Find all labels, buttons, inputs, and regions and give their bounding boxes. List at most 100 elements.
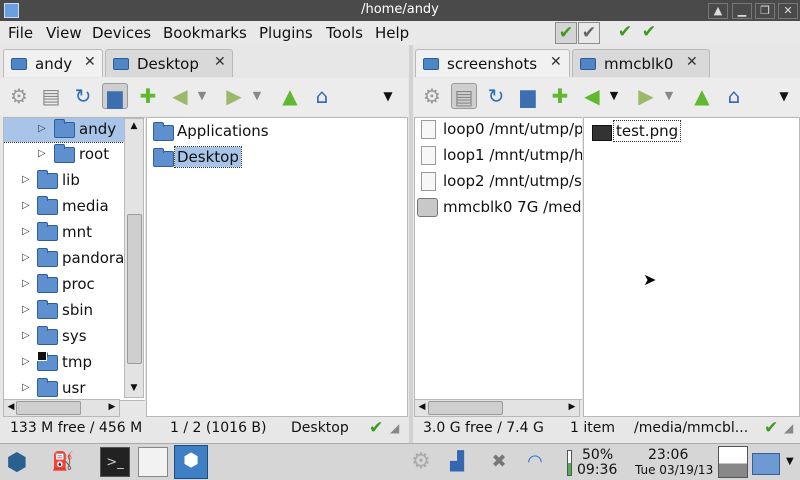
show-desktop-icon[interactable] [752,453,780,475]
tree-item-label: usr [62,379,86,397]
tree-vertical-scrollbar[interactable]: ▲ ▼ [124,118,144,398]
check-icon[interactable]: ✔ [764,418,778,438]
check-icon[interactable]: ✔ [369,418,383,438]
shade-icon[interactable]: ▲ [708,3,728,19]
scroll-right-icon[interactable]: ▶ [105,402,119,412]
start-menu-icon[interactable]: ⬢ [2,447,32,477]
toolbar-menu-icon[interactable]: ▼ [378,83,398,109]
tab-andy[interactable]: andy ✕ [3,49,103,77]
signal-bars-icon[interactable]: ▟ [442,447,472,477]
tree-horizontal-scrollbar[interactable]: ◀ ▶ [3,399,120,417]
up-arrow-icon[interactable]: ▲ [689,83,715,109]
device-item-loop0[interactable]: loop0 /mnt/utmp/p [415,118,582,142]
tools-icon[interactable]: ✖ [484,447,514,477]
location-text: Desktop [291,420,349,436]
new-plus-icon[interactable]: ✚ [135,83,161,109]
folder-icon [54,119,75,138]
scroll-thumb[interactable] [16,401,81,415]
up-arrow-icon[interactable]: ▲ [277,83,303,109]
tree-item-proc[interactable]: ▷ proc [4,273,124,297]
device-horizontal-scrollbar[interactable]: ◀ ▶ [414,399,580,417]
file-icon [421,146,436,165]
tree-item-root[interactable]: ▷ root [4,143,124,167]
maximize-icon[interactable]: ❐ [755,3,775,19]
menu-file[interactable]: File [8,24,33,42]
tab-mmcblk0[interactable]: mmcblk0 ✕ [572,49,710,77]
check-icon[interactable]: ✔ [555,22,577,44]
refresh-icon[interactable]: ↻ [70,83,96,109]
device-item-loop1[interactable]: loop1 /mnt/utmp/h [415,144,582,168]
scroll-right-icon[interactable]: ▶ [565,402,579,412]
forward-history-dropdown-icon[interactable]: ▼ [662,83,676,109]
file-item-desktop[interactable]: Desktop [151,146,351,170]
home-icon[interactable]: ⌂ [309,83,335,109]
drive-icon[interactable]: ▤ [451,83,477,109]
close-icon[interactable]: ✕ [778,3,798,19]
tree-item-mnt[interactable]: ▷ mnt [4,221,124,245]
folder-view-icon[interactable]: ▆ [515,83,541,109]
settings-gear-icon[interactable]: ⚙ [406,447,436,477]
forward-arrow-icon[interactable]: ▶ [633,83,659,109]
back-arrow-icon[interactable]: ◀ [167,83,193,109]
close-tab-icon[interactable]: ✕ [84,54,96,70]
close-tab-icon[interactable]: ✕ [214,54,226,70]
check-icon[interactable]: ✔ [638,22,660,44]
app-launcher-icon[interactable]: ⛽ [48,447,78,477]
menu-tools[interactable]: Tools [326,24,363,42]
device-list: loop0 /mnt/utmp/p loop1 /mnt/utmp/h loop… [414,117,582,400]
tree-item-label: proc [62,275,95,293]
scroll-left-icon[interactable]: ◀ [415,402,429,412]
settings-gear-icon[interactable]: ⚙ [419,83,445,109]
folder-view-icon[interactable]: ▆ [102,83,128,109]
new-plus-icon[interactable]: ✚ [547,83,573,109]
tree-item-tmp[interactable]: ▷ tmp [4,351,124,375]
resize-grip-icon[interactable]: ◢ [390,421,399,435]
tree-item-media[interactable]: ▷ media [4,195,124,219]
forward-history-dropdown-icon[interactable]: ▼ [250,83,264,109]
file-manager-taskbar-icon[interactable]: ⬢ [174,445,208,479]
close-tab-icon[interactable]: ✕ [686,54,698,70]
tree-item-sys[interactable]: ▷ sys [4,325,124,349]
close-tab-icon[interactable]: ✕ [550,54,562,70]
tab-desktop[interactable]: Desktop ✕ [105,49,233,77]
tree-item-usr[interactable]: ▷ usr [4,377,124,400]
window-icon[interactable] [138,447,168,477]
device-item-loop2[interactable]: loop2 /mnt/utmp/s [415,170,582,194]
back-history-dropdown-icon[interactable]: ▼ [195,83,209,109]
menu-plugins[interactable]: Plugins [259,24,313,42]
menu-bookmarks[interactable]: Bookmarks [163,24,247,42]
menu-view[interactable]: View [46,24,82,42]
scroll-thumb[interactable] [428,401,503,415]
menu-help[interactable]: Help [375,24,409,42]
desktop-preview-icon[interactable] [718,446,748,478]
scroll-up-icon[interactable]: ▲ [127,121,141,131]
file-item-applications[interactable]: Applications [151,120,351,144]
check-icon[interactable]: ✔ [578,22,600,44]
settings-gear-icon[interactable]: ⚙ [6,83,32,109]
clock-time: 23:06 [648,447,689,463]
back-history-dropdown-icon[interactable]: ▼ [607,83,621,109]
tree-item-andy[interactable]: ▷ andy [4,118,125,143]
file-item-test-png[interactable]: test.png [590,120,770,144]
scroll-thumb[interactable] [127,214,142,364]
terminal-icon[interactable]: >_ [100,447,130,477]
wifi-icon[interactable]: ◠ [520,447,550,477]
taskbar-menu-icon[interactable]: ▼ [786,456,794,467]
check-icon[interactable]: ✔ [614,22,636,44]
resize-grip-icon[interactable]: ◢ [784,421,793,435]
tree-item-pandora[interactable]: ▷ pandora [4,247,124,271]
tree-item-sbin[interactable]: ▷ sbin [4,299,124,323]
menu-devices[interactable]: Devices [92,24,151,42]
toolbar-menu-icon[interactable]: ▼ [774,83,794,109]
forward-arrow-icon[interactable]: ▶ [221,83,247,109]
home-icon[interactable]: ⌂ [721,83,747,109]
back-arrow-icon[interactable]: ◀ [579,83,605,109]
pane-divider[interactable] [409,45,413,443]
drive-icon[interactable]: ▤ [38,83,64,109]
scroll-down-icon[interactable]: ▼ [127,383,141,393]
tree-item-lib[interactable]: ▷ lib [4,169,124,193]
tab-screenshots[interactable]: screenshots ✕ [415,49,570,77]
device-item-mmcblk0[interactable]: mmcblk0 7G /med [415,196,582,220]
refresh-icon[interactable]: ↻ [483,83,509,109]
minimize-icon[interactable]: ▁ [732,3,752,19]
